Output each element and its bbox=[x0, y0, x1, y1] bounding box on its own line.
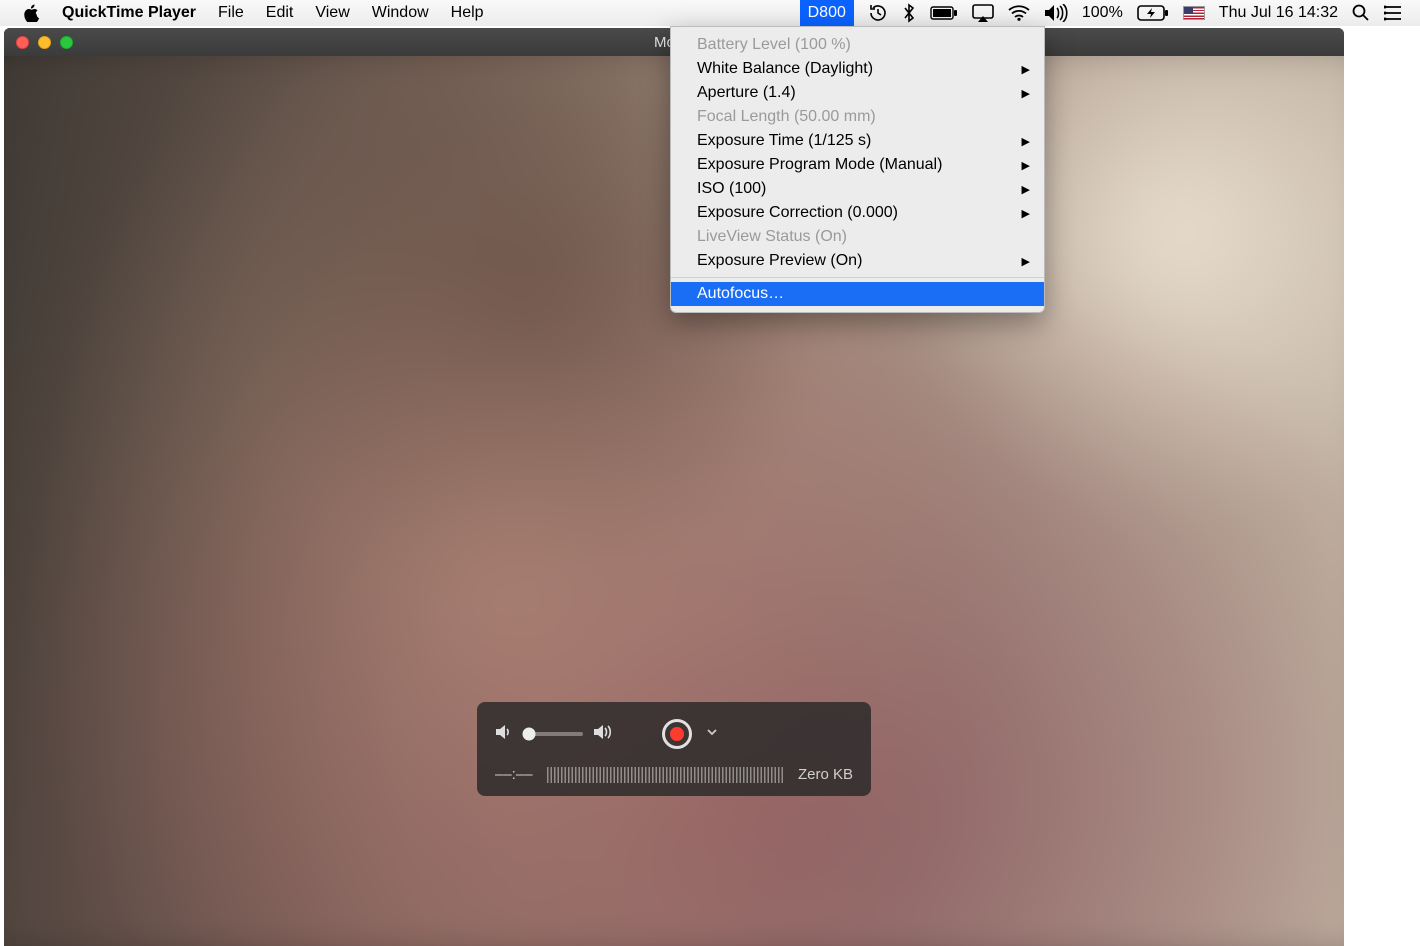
volume-icon[interactable] bbox=[1044, 4, 1068, 22]
submenu-arrow-icon: ▶ bbox=[1022, 207, 1030, 220]
zoom-button[interactable] bbox=[60, 36, 73, 49]
menu-item[interactable]: White Balance (Daylight) ▶ bbox=[671, 57, 1044, 81]
menu-item-label: Aperture (1.4) bbox=[697, 84, 796, 102]
menu-item-autofocus[interactable]: Autofocus… bbox=[671, 282, 1044, 306]
wifi-icon[interactable] bbox=[1008, 5, 1030, 21]
menu-item-label: Exposure Program Mode (Manual) bbox=[697, 156, 942, 174]
menu-item-label: White Balance (Daylight) bbox=[697, 60, 873, 78]
menu-item[interactable]: Aperture (1.4) ▶ bbox=[671, 81, 1044, 105]
submenu-arrow-icon: ▶ bbox=[1022, 255, 1030, 268]
menu-item[interactable]: Exposure Program Mode (Manual) ▶ bbox=[671, 153, 1044, 177]
menu-item[interactable]: Exposure Time (1/125 s) ▶ bbox=[671, 129, 1044, 153]
menu-extra-camera[interactable]: D800 bbox=[800, 0, 854, 26]
record-options-chevron[interactable] bbox=[706, 725, 718, 743]
battery-percent: 100% bbox=[1082, 4, 1123, 22]
hud-bottom-row: ––:–– Zero KB bbox=[495, 766, 853, 783]
menu-help[interactable]: Help bbox=[451, 4, 484, 22]
volume-low-icon bbox=[495, 724, 513, 745]
app-name[interactable]: QuickTime Player bbox=[62, 4, 196, 22]
menu-item: Battery Level (100 %) bbox=[671, 33, 1044, 57]
menu-item: LiveView Status (On) bbox=[671, 225, 1044, 249]
menu-item-label: Exposure Correction (0.000) bbox=[697, 204, 898, 222]
menu-window[interactable]: Window bbox=[372, 4, 429, 22]
menu-item-label: Autofocus… bbox=[697, 285, 784, 303]
record-indicator-icon bbox=[670, 727, 684, 741]
volume-slider[interactable] bbox=[523, 732, 583, 736]
menu-item-label: Exposure Time (1/125 s) bbox=[697, 132, 871, 150]
menu-item[interactable]: ISO (100) ▶ bbox=[671, 177, 1044, 201]
close-button[interactable] bbox=[16, 36, 29, 49]
menu-item-label: Focal Length (50.00 mm) bbox=[697, 108, 876, 126]
submenu-arrow-icon: ▶ bbox=[1022, 183, 1030, 196]
menu-file[interactable]: File bbox=[218, 4, 244, 22]
menu-item[interactable]: Exposure Preview (On) ▶ bbox=[671, 249, 1044, 273]
menu-item: Focal Length (50.00 mm) bbox=[671, 105, 1044, 129]
recording-size: Zero KB bbox=[798, 766, 853, 783]
menu-separator bbox=[671, 277, 1044, 278]
recording-controls-hud: ––:–– Zero KB bbox=[477, 702, 871, 796]
timemachine-icon[interactable] bbox=[868, 3, 888, 23]
audio-level-meter bbox=[547, 767, 784, 783]
submenu-arrow-icon: ▶ bbox=[1022, 87, 1030, 100]
notification-center-icon[interactable] bbox=[1384, 5, 1402, 21]
submenu-arrow-icon: ▶ bbox=[1022, 159, 1030, 172]
recording-time: ––:–– bbox=[495, 766, 533, 783]
battery-charging-icon[interactable] bbox=[1137, 5, 1169, 21]
system-menubar: QuickTime Player File Edit View Window H… bbox=[0, 0, 1420, 26]
menu-view[interactable]: View bbox=[315, 4, 349, 22]
volume-high-icon bbox=[593, 724, 615, 745]
menu-item[interactable]: Exposure Correction (0.000) ▶ bbox=[671, 201, 1044, 225]
menu-item-label: Exposure Preview (On) bbox=[697, 252, 862, 270]
volume-slider-thumb[interactable] bbox=[523, 728, 536, 741]
window-controls bbox=[4, 36, 73, 49]
battery-menu-icon[interactable] bbox=[930, 6, 958, 20]
spotlight-icon[interactable] bbox=[1352, 4, 1370, 22]
bluetooth-icon[interactable] bbox=[902, 3, 916, 23]
menu-item-label: ISO (100) bbox=[697, 180, 766, 198]
airplay-icon[interactable] bbox=[972, 4, 994, 22]
menubar-right: D800 100% Thu Jul 16 14:32 bbox=[800, 0, 1420, 26]
menu-item-label: LiveView Status (On) bbox=[697, 228, 847, 246]
hud-top-row bbox=[495, 716, 853, 752]
menubar-clock[interactable]: Thu Jul 16 14:32 bbox=[1219, 4, 1338, 22]
minimize-button[interactable] bbox=[38, 36, 51, 49]
record-button[interactable] bbox=[662, 719, 692, 749]
apple-logo-icon[interactable] bbox=[22, 4, 40, 22]
input-source-flag-icon[interactable] bbox=[1183, 6, 1205, 20]
menubar-left: QuickTime Player File Edit View Window H… bbox=[0, 4, 484, 22]
camera-settings-dropdown: Battery Level (100 %) White Balance (Dayl… bbox=[670, 26, 1045, 313]
submenu-arrow-icon: ▶ bbox=[1022, 63, 1030, 76]
submenu-arrow-icon: ▶ bbox=[1022, 135, 1030, 148]
menu-item-label: Battery Level (100 %) bbox=[697, 36, 851, 54]
menu-edit[interactable]: Edit bbox=[266, 4, 294, 22]
